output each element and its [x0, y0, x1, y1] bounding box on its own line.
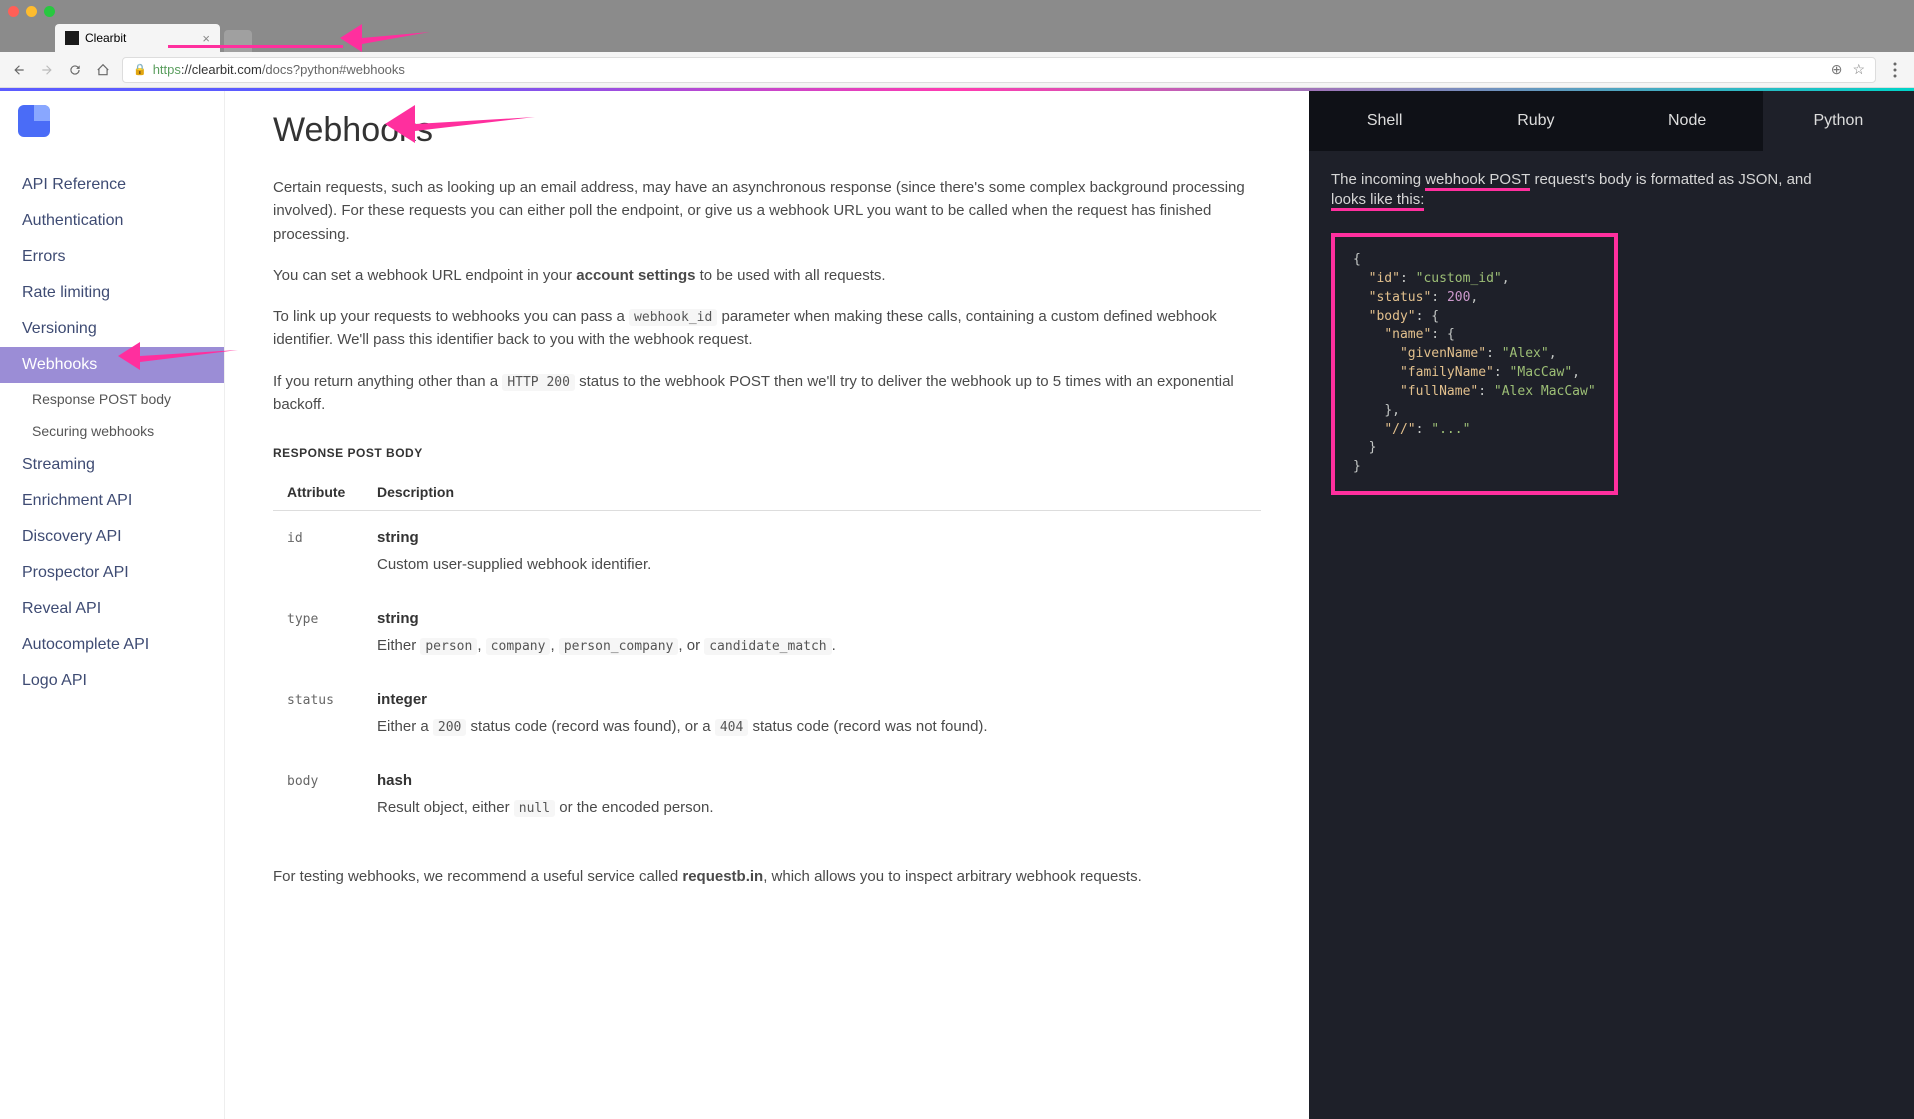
code-description: The incoming webhook POST request's body… — [1309, 151, 1914, 225]
sidebar-item-autocomplete-api[interactable]: Autocomplete API — [0, 627, 224, 663]
sidebar: API ReferenceAuthenticationErrorsRate li… — [0, 91, 225, 1119]
browser-chrome: Clearbit × 🔒 https://clearbit.com/docs?p… — [0, 0, 1914, 88]
sidebar-item-streaming[interactable]: Streaming — [0, 447, 224, 483]
attr-type: hash — [377, 770, 1253, 793]
lang-tab-ruby[interactable]: Ruby — [1460, 91, 1611, 151]
reload-button[interactable] — [66, 61, 84, 79]
code-block: { "id": "custom_id", "status": 200, "bod… — [1331, 233, 1618, 495]
minimize-window-button[interactable] — [26, 6, 37, 17]
sidebar-item-api-reference[interactable]: API Reference — [0, 167, 224, 203]
sidebar-subitem[interactable]: Response POST body — [0, 383, 224, 415]
table-row: typestringEither person, company, person… — [273, 592, 1261, 673]
code-inline: HTTP 200 — [502, 374, 575, 391]
section-label: RESPONSE POST BODY — [273, 446, 1261, 460]
zoom-icon[interactable]: ⊕ — [1831, 61, 1843, 78]
sidebar-subitem[interactable]: Securing webhooks — [0, 415, 224, 447]
response-body-table: Attribute Description idstringCustom use… — [273, 474, 1261, 835]
back-button[interactable] — [10, 61, 28, 79]
paragraph: You can set a webhook URL endpoint in yo… — [273, 264, 1261, 287]
attr-type: string — [377, 527, 1253, 550]
lang-tab-shell[interactable]: Shell — [1309, 91, 1460, 151]
tab-title: Clearbit — [85, 31, 126, 45]
th-description: Description — [363, 474, 1261, 511]
paragraph: To link up your requests to webhooks you… — [273, 305, 1261, 352]
paragraph: Certain requests, such as looking up an … — [273, 176, 1261, 246]
sidebar-item-rate-limiting[interactable]: Rate limiting — [0, 275, 224, 311]
paragraph: If you return anything other than a HTTP… — [273, 370, 1261, 417]
sidebar-item-errors[interactable]: Errors — [0, 239, 224, 275]
bookmark-star-icon[interactable]: ☆ — [1852, 61, 1865, 78]
close-window-button[interactable] — [8, 6, 19, 17]
attr-name: body — [287, 774, 318, 789]
attr-name: type — [287, 612, 318, 627]
attr-name: id — [287, 531, 303, 546]
sidebar-item-discovery-api[interactable]: Discovery API — [0, 519, 224, 555]
lang-tab-node[interactable]: Node — [1612, 91, 1763, 151]
address-bar[interactable]: 🔒 https://clearbit.com/docs?python#webho… — [122, 57, 1876, 83]
language-tabs: ShellRubyNodePython — [1309, 91, 1914, 151]
new-tab-button[interactable] — [224, 30, 252, 52]
sidebar-item-authentication[interactable]: Authentication — [0, 203, 224, 239]
code-inline: webhook_id — [629, 309, 717, 326]
close-tab-button[interactable]: × — [202, 31, 210, 46]
home-button[interactable] — [94, 61, 112, 79]
logo[interactable] — [18, 105, 50, 137]
lock-icon: 🔒 — [133, 63, 147, 76]
menu-button[interactable] — [1886, 61, 1904, 79]
code-panel: ShellRubyNodePython The incoming webhook… — [1309, 91, 1914, 1119]
url-bar: 🔒 https://clearbit.com/docs?python#webho… — [0, 52, 1914, 88]
table-row: idstringCustom user-supplied webhook ide… — [273, 511, 1261, 593]
sidebar-item-reveal-api[interactable]: Reveal API — [0, 591, 224, 627]
account-settings-link[interactable]: account settings — [576, 267, 695, 284]
favicon — [65, 31, 79, 45]
th-attribute: Attribute — [273, 474, 363, 511]
attr-name: status — [287, 693, 334, 708]
maximize-window-button[interactable] — [44, 6, 55, 17]
attr-type: integer — [377, 689, 1253, 712]
sidebar-item-enrichment-api[interactable]: Enrichment API — [0, 483, 224, 519]
paragraph: For testing webhooks, we recommend a use… — [273, 865, 1261, 888]
lang-tab-python[interactable]: Python — [1763, 91, 1914, 151]
window-controls — [0, 0, 1914, 22]
requestbin-link[interactable]: requestb.in — [682, 868, 763, 885]
sidebar-item-prospector-api[interactable]: Prospector API — [0, 555, 224, 591]
url-text: https://clearbit.com/docs?python#webhook… — [153, 62, 405, 77]
main-content: Webhooks Certain requests, such as looki… — [225, 91, 1309, 1119]
sidebar-item-logo-api[interactable]: Logo API — [0, 663, 224, 699]
forward-button[interactable] — [38, 61, 56, 79]
table-row: statusintegerEither a 200 status code (r… — [273, 673, 1261, 754]
table-row: bodyhashResult object, either null or th… — [273, 754, 1261, 835]
